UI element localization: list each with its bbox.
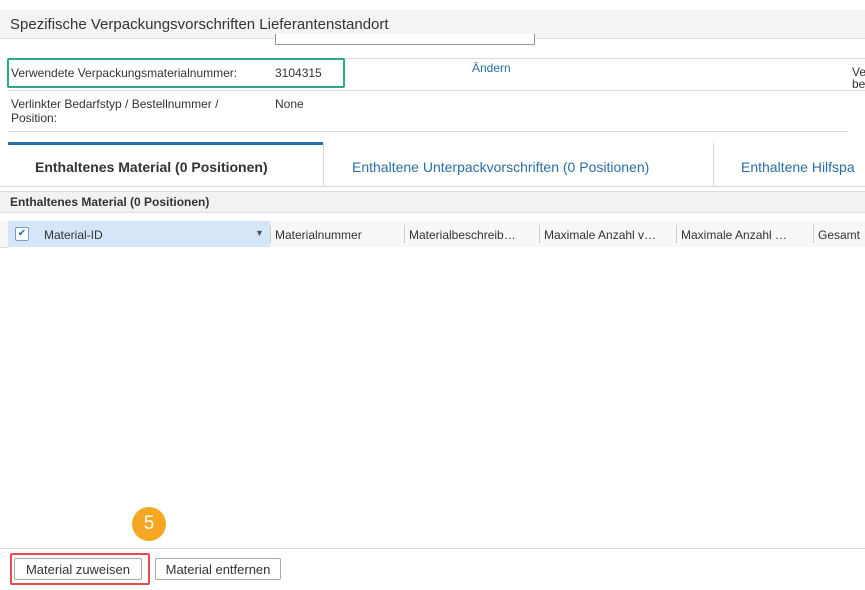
section-title: Enthaltenes Material (0 Positionen) (10, 195, 210, 209)
column-header-max-count-1[interactable]: Maximale Anzahl v… (544, 228, 672, 242)
remove-material-button[interactable]: Material entfernen (155, 558, 281, 580)
linked-demand-value: None (275, 97, 304, 111)
column-header-max-count-2[interactable]: Maximale Anzahl … (681, 228, 809, 242)
tab-contained-material[interactable]: Enthaltenes Material (0 Positionen) (35, 159, 268, 175)
top-input-field[interactable] (275, 34, 535, 45)
check-icon: ✔ (17, 228, 27, 239)
linked-demand-label-line1: Verlinkter Bedarfstyp / Bestellnummer / (11, 97, 219, 111)
column-separator[interactable] (404, 225, 405, 243)
column-separator[interactable] (813, 225, 814, 243)
column-header-material-id[interactable]: Material-ID (44, 228, 244, 242)
column-separator[interactable] (539, 225, 540, 243)
tab-contained-subpacking[interactable]: Enthaltene Unterpackvorschriften (0 Posi… (352, 159, 649, 175)
linked-demand-label: Verlinkter Bedarfstyp / Bestellnummer / … (11, 97, 218, 125)
grid-body[interactable] (8, 247, 865, 547)
column-separator[interactable] (270, 225, 271, 243)
column-header-material-number[interactable]: Materialnummer (275, 228, 400, 242)
row-divider (8, 131, 848, 132)
step-badge: 5 (132, 507, 166, 541)
row-divider (8, 90, 865, 91)
highlight-box-green (7, 58, 345, 88)
column-header-total[interactable]: Gesamt (818, 228, 865, 242)
truncated-right-label-line2: be (852, 77, 865, 91)
column-separator[interactable] (676, 225, 677, 243)
select-all-checkbox[interactable]: ✔ (15, 227, 29, 241)
change-link[interactable]: Ändern (472, 61, 511, 75)
linked-demand-label-line2: Position: (11, 111, 58, 125)
active-tab-indicator (8, 142, 323, 145)
tab-contained-auxiliary[interactable]: Enthaltene Hilfspa (741, 159, 855, 175)
caret-down-icon[interactable]: ▼ (255, 228, 264, 238)
truncated-right-label: Ve be (852, 66, 865, 90)
tab-separator (713, 143, 714, 186)
column-header-material-description[interactable]: Materialbeschreib… (409, 228, 535, 242)
footer-divider (0, 548, 865, 549)
assign-material-button[interactable]: Material zuweisen (14, 558, 142, 580)
tab-separator (323, 143, 324, 186)
window-title: Spezifische Verpackungsvorschriften Lief… (10, 16, 389, 33)
